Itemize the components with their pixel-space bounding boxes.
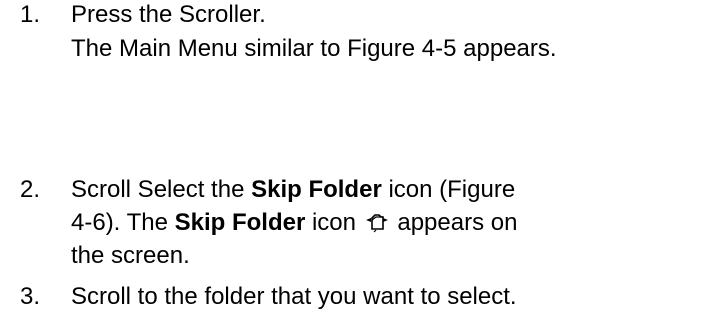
skip-folder-term: Skip Folder [174,209,306,236]
step-1-line-1: Press the Scroller. [71,1,266,28]
step-number: 2. [20,176,41,203]
step-2-line-2: 4-6). The Skip Folder icon appears on [71,208,517,238]
step-number: 3. [20,283,41,310]
step-2-text: 4-6). The [71,209,175,236]
step-1-line-2: The Main Menu similar to Figure 4-5 appe… [71,35,557,62]
step-2-line-3: the screen. [71,242,190,269]
step-2-text: appears on [390,209,518,236]
step-2-line-1: Scroll Select the Skip Folder icon (Figu… [71,175,515,205]
skip-folder-term: Skip Folder [251,176,382,203]
step-2-text: icon (Figure [381,176,516,203]
manual-page: 1. Press the Scroller. The Main Menu sim… [0,0,720,328]
step-2-text: icon [305,209,363,236]
step-2-text: Scroll Select the [71,176,252,203]
step-3-line-1: Scroll to the folder that you want to se… [71,283,517,310]
skip-folder-icon [363,210,391,234]
step-number: 1. [20,1,41,28]
